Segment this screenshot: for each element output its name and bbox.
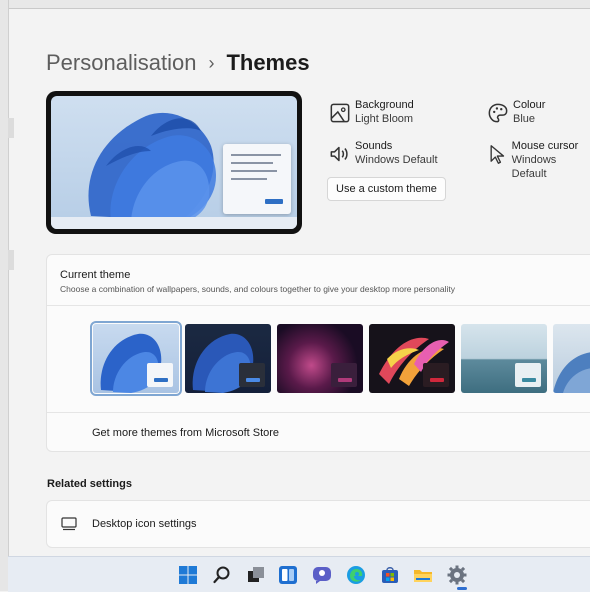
mouse-cursor-value: Windows Default [511, 154, 557, 180]
theme-thumbnail-captured-motion[interactable] [369, 324, 455, 393]
theme-thumbnail-windows-dark[interactable] [185, 324, 271, 393]
theme-thumbnail-windows-light[interactable] [90, 321, 182, 396]
sidebar-edge-mark [8, 250, 14, 270]
background-label: Background [355, 99, 414, 111]
file-explorer-icon[interactable] [413, 565, 433, 585]
preview-wallpaper [51, 96, 297, 229]
current-theme-description: Choose a combination of wallpapers, soun… [60, 284, 456, 294]
colour-value: Blue [513, 113, 536, 125]
sounds-value: Windows Default [355, 154, 438, 166]
current-theme-title: Current theme [60, 269, 131, 281]
search-icon[interactable] [212, 565, 232, 585]
sidebar-edge-mark [8, 118, 14, 138]
settings-icon[interactable] [447, 565, 467, 585]
theme-thumbnail-glow[interactable] [277, 324, 363, 393]
desktop-icon-settings-label: Desktop icon settings [92, 518, 197, 530]
background-setting[interactable]: Background Light Bloom [327, 98, 414, 126]
current-theme-card: Current theme Choose a combination of wa… [46, 254, 590, 452]
preview-taskbar [51, 217, 297, 229]
mouse-cursor-setting[interactable]: Mouse cursor Windows Default [485, 139, 590, 181]
related-settings-title: Related settings [47, 478, 132, 490]
store-icon[interactable] [380, 565, 400, 585]
breadcrumb-parent[interactable]: Personalisation [46, 50, 196, 76]
use-custom-theme-button[interactable]: Use a custom theme [327, 177, 446, 201]
theme-thumbnail-sunrise[interactable] [461, 324, 547, 393]
divider [47, 305, 590, 306]
get-more-themes-link[interactable]: Get more themes from Microsoft Store [92, 427, 279, 439]
chat-icon[interactable] [312, 565, 332, 585]
flow-image [553, 352, 590, 393]
taskbar [8, 556, 590, 592]
preview-accent-button [265, 199, 283, 204]
theme-preview [46, 91, 302, 234]
mouse-cursor-label: Mouse cursor [511, 140, 579, 152]
edge-icon[interactable] [346, 565, 366, 585]
sounds-setting[interactable]: Sounds Windows Default [327, 139, 438, 167]
colour-setting[interactable]: Colour Blue [485, 98, 545, 126]
palette-icon [488, 103, 508, 123]
background-value: Light Bloom [355, 113, 414, 125]
windows-start-icon[interactable] [178, 565, 198, 585]
breadcrumb-separator: › [208, 52, 215, 73]
preview-sample-window [223, 144, 291, 214]
colour-label: Colour [513, 99, 546, 111]
window-left-edge [0, 0, 9, 591]
theme-thumbnail-flow[interactable] [553, 324, 590, 393]
image-icon [330, 103, 350, 123]
window-top-edge [0, 0, 590, 9]
active-app-indicator [457, 587, 467, 590]
sounds-label: Sounds [355, 140, 393, 152]
monitor-icon [61, 517, 77, 531]
speaker-icon [330, 146, 348, 162]
widgets-icon[interactable] [278, 565, 298, 585]
page-title: Themes [226, 50, 310, 75]
divider [47, 412, 590, 413]
breadcrumb: Personalisation › Themes [46, 50, 310, 76]
task-view-icon[interactable] [246, 565, 266, 585]
desktop-icon-settings-row[interactable]: Desktop icon settings [46, 500, 590, 548]
cursor-icon [490, 145, 505, 164]
